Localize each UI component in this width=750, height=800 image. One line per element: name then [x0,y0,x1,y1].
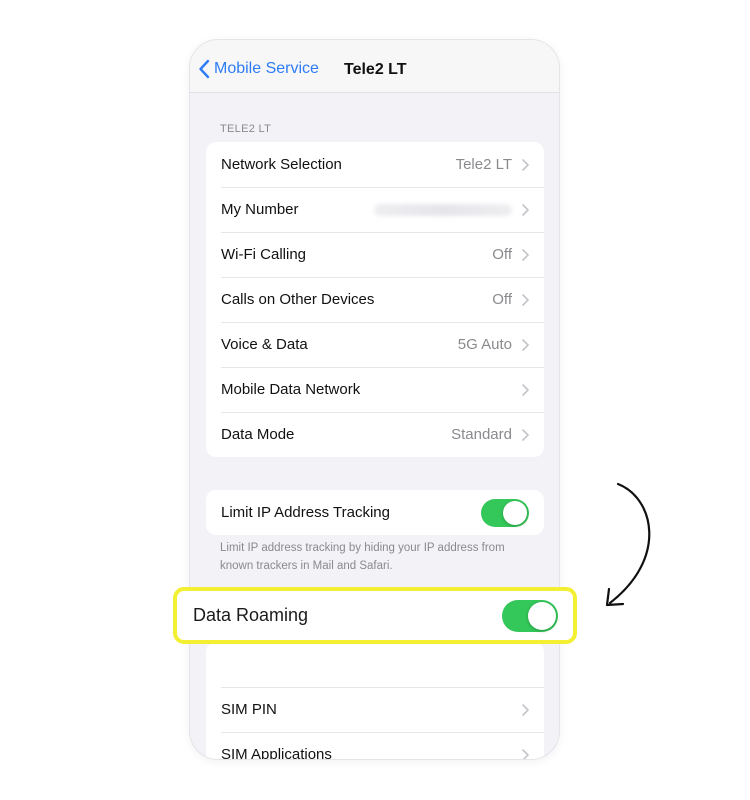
sim-applications-row[interactable]: SIM Applications [206,732,544,759]
chevron-right-icon [522,748,529,759]
data-roaming-label: Data Roaming [193,605,309,625]
chevron-right-icon [522,248,529,261]
wifi-calling-value: Off [492,246,512,263]
mobile-data-network-row[interactable]: Mobile Data Network [206,367,544,412]
my-number-label: My Number [221,201,299,218]
carrier-settings-group: Network Selection Tele2 LT My Number Wi-… [206,142,544,457]
limit-ip-tracking-row: Limit IP Address Tracking [206,490,544,535]
my-number-value-redacted [374,203,512,216]
voice-data-value: 5G Auto [457,336,512,353]
network-selection-value: Tele2 LT [455,156,512,173]
privacy-settings-group: Limit IP Address Tracking [206,490,544,535]
section-header-carrier: TELE2 LT [220,123,272,135]
chevron-right-icon [522,703,529,716]
chevron-right-icon [522,383,529,396]
sim-pin-row[interactable]: SIM PIN [206,687,544,732]
navigation-bar: Mobile Service Tele2 LT [190,40,559,93]
calls-other-devices-row[interactable]: Calls on Other Devices Off [206,277,544,322]
wifi-calling-row[interactable]: Wi-Fi Calling Off [206,232,544,277]
data-roaming-row-underlay [206,642,544,687]
data-mode-label: Data Mode [221,426,295,443]
limit-ip-footnote: Limit IP address tracking by hiding your… [220,542,505,572]
back-button-label: Mobile Service [214,60,319,77]
limit-ip-tracking-toggle[interactable] [481,498,529,527]
chevron-right-icon [522,158,529,171]
network-selection-label: Network Selection [221,156,342,173]
network-selection-row[interactable]: Network Selection Tele2 LT [206,142,544,187]
wifi-calling-label: Wi-Fi Calling [221,246,307,263]
chevron-right-icon [522,428,529,441]
data-mode-row[interactable]: Data Mode Standard [206,412,544,457]
calls-other-devices-label: Calls on Other Devices [221,291,375,308]
chevron-right-icon [522,338,529,351]
sim-applications-label: SIM Applications [221,746,332,759]
chevron-left-icon [199,59,210,79]
my-number-row[interactable]: My Number [206,187,544,232]
data-mode-value: Standard [451,426,512,443]
voice-data-row[interactable]: Voice & Data 5G Auto [206,322,544,367]
back-button[interactable]: Mobile Service [198,57,319,81]
data-roaming-highlight-row: Data Roaming [173,587,577,644]
voice-data-label: Voice & Data [221,336,308,353]
chevron-right-icon [522,293,529,306]
sim-pin-label: SIM PIN [221,701,277,718]
pointer-arrow-icon [605,482,651,607]
mobile-data-network-label: Mobile Data Network [221,381,361,398]
sim-settings-group: SIM PIN SIM Applications [206,642,544,759]
phone-screen: Mobile Service Tele2 LT TELE2 LT Network… [190,40,559,759]
limit-ip-tracking-label: Limit IP Address Tracking [221,504,390,521]
chevron-right-icon [522,203,529,216]
page-title: Tele2 LT [344,61,407,78]
data-roaming-toggle[interactable] [502,599,558,632]
calls-other-devices-value: Off [492,291,512,308]
